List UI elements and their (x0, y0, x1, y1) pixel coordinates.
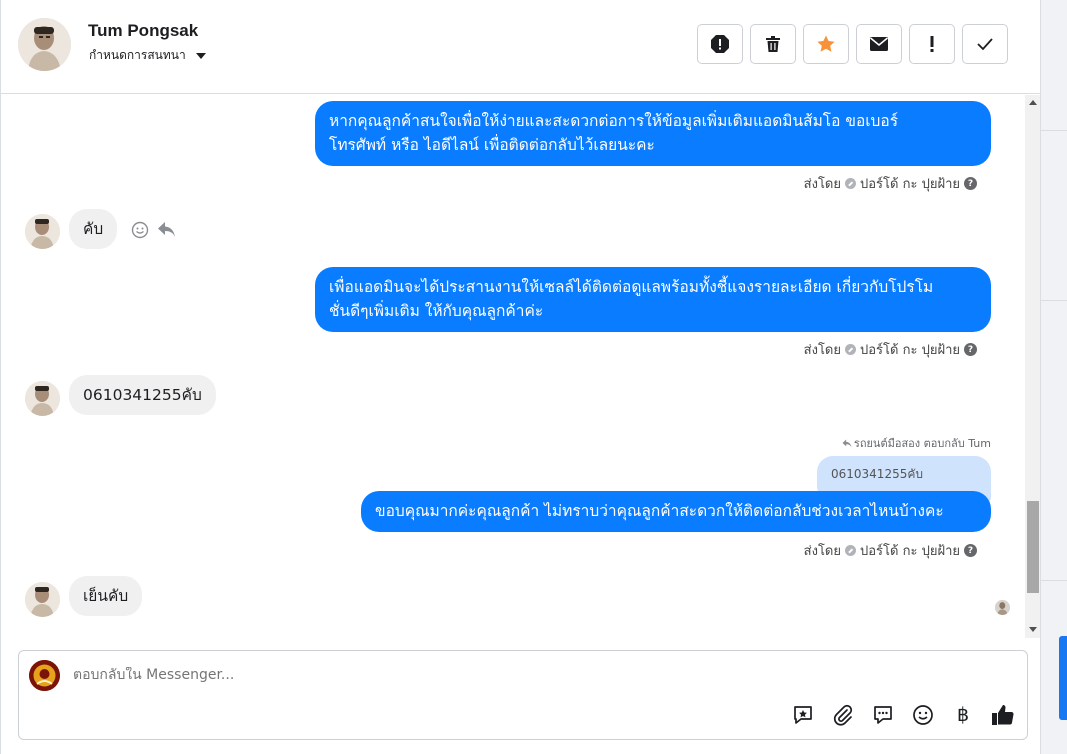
thread-scrollbar[interactable] (1025, 95, 1041, 638)
attach-button[interactable] (831, 703, 855, 727)
incoming-message[interactable]: คับ (69, 209, 118, 249)
message-text: คับ (83, 220, 104, 238)
payment-button[interactable]: ฿ (951, 703, 975, 727)
side-panel-edge (1040, 0, 1067, 754)
divider (1041, 130, 1067, 131)
emoji-icon (913, 705, 933, 725)
outgoing-message[interactable]: ขอบคุณมากค่ะคุณลูกค้า ไม่ทราบว่าคุณลูกค้… (361, 491, 991, 532)
caret-down-icon (195, 52, 206, 59)
sent-by-name: ปอร์โด้ กะ ปุยฝ้าย (860, 343, 960, 358)
sent-by-name: ปอร์โด้ กะ ปุยฝ้าย (860, 544, 960, 559)
alert-circle-icon (711, 35, 729, 53)
seen-avatar (995, 600, 1010, 615)
check-icon (977, 38, 993, 51)
avatar[interactable] (18, 18, 71, 71)
incoming-message[interactable]: 0610341255คับ (69, 375, 216, 415)
mark-spam-button[interactable] (697, 24, 743, 64)
sent-by-name: ปอร์โด้ กะ ปุยฝ้าย (860, 177, 960, 192)
chat-bubbles-icon (874, 706, 892, 724)
outgoing-message[interactable]: หากคุณลูกค้าสนใจเพื่อให้ง่ายและสะดวกต่อก… (315, 101, 991, 166)
contact-name: Tum Pongsak (88, 21, 199, 40)
side-panel-tab[interactable] (1059, 636, 1067, 720)
messages-button[interactable] (871, 703, 895, 727)
message-thread[interactable]: หากคุณลูกค้าสนใจเพื่อให้ง่ายและสะดวกต่อก… (1, 95, 1025, 638)
sent-by-prefix: ส่งโดย (803, 343, 841, 358)
avatar[interactable] (25, 214, 60, 249)
message-text-line: หากคุณลูกค้าสนใจเพื่อให้ง่ายและสะดวกต่อก… (329, 112, 899, 130)
incoming-message[interactable]: เย็นคับ (69, 576, 143, 616)
help-icon[interactable]: ? (964, 544, 977, 557)
sent-by-info: ส่งโดย ปอร์โด้ กะ ปุยฝ้าย ? (804, 173, 977, 194)
saved-reply-button[interactable] (791, 703, 815, 727)
star-icon (817, 35, 835, 52)
scroll-down-icon[interactable] (1029, 627, 1037, 632)
trash-icon (766, 36, 780, 52)
mark-done-button[interactable] (962, 24, 1008, 64)
divider (1041, 300, 1067, 301)
conversation-header: Tum Pongsak กำหนดการสนทนา (1, 0, 1041, 94)
avatar[interactable] (25, 582, 60, 617)
page-avatar (29, 660, 60, 691)
saved-reply-icon (794, 706, 812, 724)
divider (1041, 580, 1067, 581)
sender-status-icon (845, 344, 856, 355)
reply-context-note: รถยนต์มือสอง ตอบกลับ Tum (842, 434, 991, 452)
message-text: เย็นคับ (83, 587, 129, 605)
sent-by-prefix: ส่งโดย (803, 177, 841, 192)
scroll-up-icon[interactable] (1029, 100, 1037, 105)
like-button[interactable] (991, 703, 1015, 727)
message-text: 0610341255คับ (83, 386, 202, 404)
assign-conversation-dropdown[interactable]: กำหนดการสนทนา (89, 46, 206, 65)
message-text-line: เพื่อแอดมินจะได้ประสานงานให้เซลล์ได้ติดต… (329, 278, 934, 296)
attachment-icon (833, 704, 853, 726)
follow-up-button[interactable] (909, 24, 955, 64)
avatar[interactable] (25, 381, 60, 416)
sender-status-icon (845, 178, 856, 189)
reply-composer: ฿ (18, 650, 1028, 740)
emoji-button[interactable] (911, 703, 935, 727)
quoted-text: 0610341255คับ (831, 467, 923, 481)
reply-context-text: รถยนต์มือสอง ตอบกลับ Tum (853, 437, 991, 450)
sent-by-info: ส่งโดย ปอร์โด้ กะ ปุยฝ้าย ? (804, 540, 977, 561)
help-icon[interactable]: ? (964, 177, 977, 190)
react-emoji-icon[interactable] (131, 221, 149, 239)
outgoing-message[interactable]: เพื่อแอดมินจะได้ประสานงานให้เซลล์ได้ติดต… (315, 267, 991, 332)
reply-arrow-icon[interactable] (157, 221, 176, 238)
sent-by-info: ส่งโดย ปอร์โด้ กะ ปุยฝ้าย ? (804, 339, 977, 360)
sent-by-prefix: ส่งโดย (803, 544, 841, 559)
message-text: ขอบคุณมากค่ะคุณลูกค้า ไม่ทราบว่าคุณลูกค้… (375, 502, 944, 520)
exclamation-icon (930, 36, 934, 52)
header-actions (697, 24, 1008, 64)
delete-button[interactable] (750, 24, 796, 64)
conversation-panel: Tum Pongsak กำหนดการสนทนา หากคุณลูกค้าสน… (0, 0, 1041, 754)
assign-label: กำหนดการสนทนา (89, 48, 186, 62)
reply-input[interactable] (73, 667, 773, 683)
baht-icon: ฿ (956, 704, 970, 726)
thumbs-up-icon (992, 705, 1014, 725)
composer-toolbar: ฿ (791, 703, 1015, 727)
message-text-line: โทรศัพท์ หรือ ไอดีไลน์ เพื่อติดต่อกลับไว… (329, 136, 655, 154)
reply-arrow-icon (842, 439, 852, 447)
envelope-icon (869, 37, 889, 51)
sender-status-icon (845, 545, 856, 556)
help-icon[interactable]: ? (964, 343, 977, 356)
star-button[interactable] (803, 24, 849, 64)
mark-unread-button[interactable] (856, 24, 902, 64)
scroll-thumb[interactable] (1027, 501, 1039, 593)
message-text-line: ชั่นดีๆเพิ่มเติม ให้กับคุณลูกค้าค่ะ (329, 302, 544, 320)
